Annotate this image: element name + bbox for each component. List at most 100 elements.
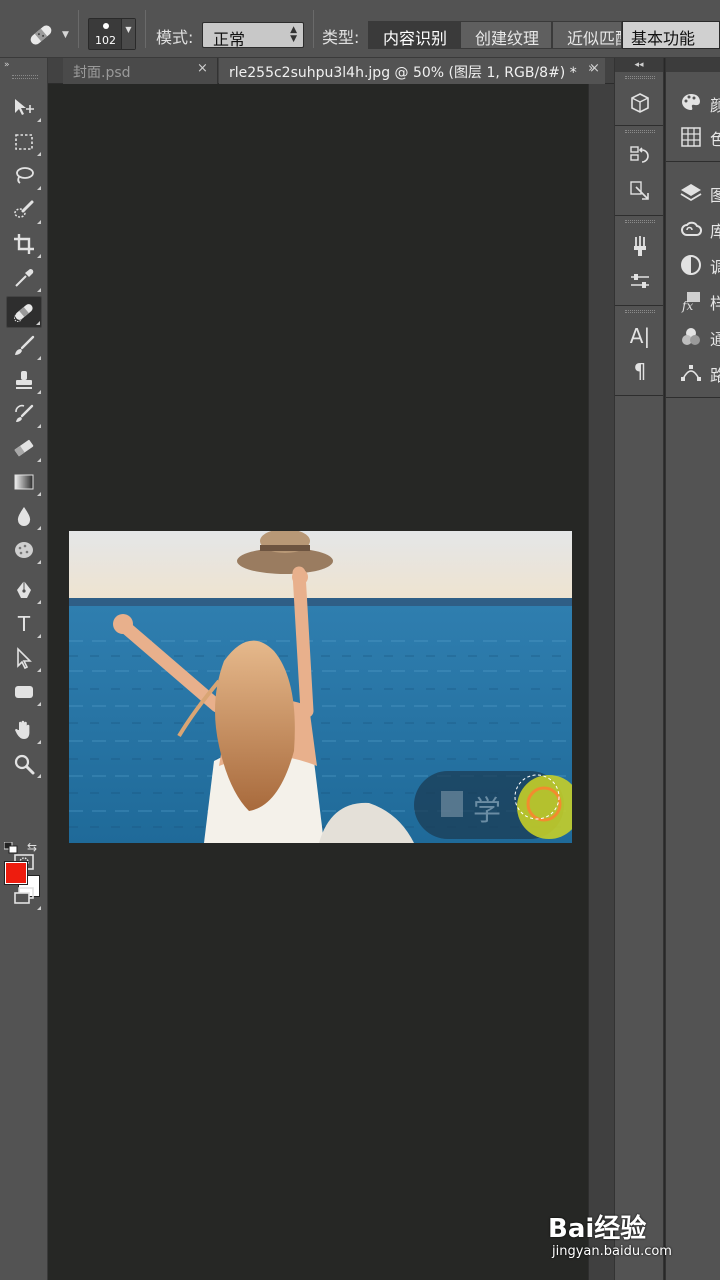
eraser-tool[interactable] bbox=[6, 432, 42, 464]
layers-panel-label: 图 bbox=[710, 186, 720, 205]
spot-healing-tool[interactable] bbox=[6, 296, 42, 328]
collapse-icon[interactable]: » bbox=[4, 60, 9, 70]
dock-group-2 bbox=[615, 126, 663, 216]
photoshop-window: ▼ 102 ▼ 模式: 正常 ▲▼ 类型: 内容识别 创建纹理 近似匹配 基本功… bbox=[0, 0, 720, 1280]
clone-stamp-tool[interactable] bbox=[6, 364, 42, 396]
watermark-logo: Bai经验 bbox=[548, 1214, 647, 1244]
quick-selection-tool[interactable] bbox=[6, 194, 42, 226]
paragraph-panel-button[interactable]: ¶ bbox=[625, 356, 655, 386]
type-option-proximity-match[interactable]: 近似匹配 bbox=[552, 21, 622, 49]
chevron-down-icon[interactable]: ▼ bbox=[121, 19, 135, 49]
color-panel-button[interactable] bbox=[676, 88, 706, 118]
brush-size-picker[interactable]: 102 ▼ bbox=[88, 18, 136, 50]
type-option-create-texture[interactable]: 创建纹理 bbox=[460, 21, 552, 49]
type-option-content-aware[interactable]: 内容识别 bbox=[368, 21, 460, 49]
arrow-icon bbox=[17, 647, 32, 670]
gradient-icon bbox=[14, 474, 34, 490]
mode-select[interactable]: 正常 ▲ ▼ bbox=[202, 22, 304, 49]
droplet-icon bbox=[17, 507, 31, 526]
hand-tool[interactable] bbox=[6, 714, 42, 746]
type-label: 类型: bbox=[322, 28, 360, 47]
vertical-scrollbar[interactable] bbox=[588, 84, 614, 1280]
tab-cover-psd[interactable]: 封面.psd × bbox=[63, 58, 218, 84]
pen-tool[interactable] bbox=[6, 574, 42, 606]
character-icon: A| bbox=[629, 324, 651, 348]
canvas-area[interactable]: 学 bbox=[48, 84, 588, 1280]
move-icon bbox=[15, 99, 34, 115]
adjustments-panel-button[interactable] bbox=[625, 266, 655, 296]
zoom-tool[interactable] bbox=[6, 748, 42, 780]
rounded-rect-icon bbox=[15, 686, 33, 698]
document-tabs: 封面.psd × rle255c2suhpu3l4h.jpg @ 50% (图层… bbox=[48, 58, 614, 84]
collapse-dock-icon[interactable]: ◂◂ bbox=[615, 58, 663, 72]
paths-panel-label: 路 bbox=[710, 366, 720, 385]
workspace-switcher[interactable]: 基本功能 bbox=[622, 21, 720, 49]
baidu-jingyan-watermark: Bai经验 jingyan.baidu.com bbox=[548, 1208, 688, 1264]
divider bbox=[313, 10, 314, 48]
character-panel-button[interactable]: A| bbox=[625, 321, 655, 351]
marquee-tool[interactable] bbox=[6, 126, 42, 158]
panel-grip[interactable] bbox=[12, 75, 38, 79]
lasso-tool[interactable] bbox=[6, 160, 42, 192]
panel-header bbox=[666, 58, 720, 72]
tab-title: 封面.psd bbox=[73, 65, 131, 81]
channels-panel-label: 通 bbox=[710, 330, 720, 349]
tabs-overflow-icon[interactable]: » bbox=[588, 61, 596, 76]
brush-icon bbox=[15, 335, 35, 355]
blur-tool[interactable] bbox=[6, 500, 42, 532]
type-tool[interactable]: T bbox=[6, 608, 42, 640]
styles-panel-label: 样 bbox=[710, 294, 720, 313]
chevron-down-icon[interactable]: ▼ bbox=[62, 30, 69, 40]
move-tool[interactable] bbox=[6, 92, 42, 124]
actions-panel-button[interactable] bbox=[625, 176, 655, 206]
gradient-tool[interactable] bbox=[6, 466, 42, 498]
grid-icon bbox=[681, 127, 701, 147]
fx-icon: fx bbox=[681, 292, 700, 313]
brush-presets-button[interactable] bbox=[625, 231, 655, 261]
history-brush-tool[interactable] bbox=[6, 398, 42, 430]
dock-group-1 bbox=[615, 72, 663, 126]
crop-tool[interactable] bbox=[6, 228, 42, 260]
tool-preset-picker[interactable] bbox=[26, 22, 56, 48]
mode-value: 正常 bbox=[213, 30, 246, 49]
paths-panel-button[interactable] bbox=[676, 358, 706, 388]
cube-icon bbox=[631, 93, 649, 113]
eyedropper-tool[interactable] bbox=[6, 262, 42, 294]
libraries-panel-button[interactable] bbox=[676, 214, 706, 244]
paths-icon bbox=[681, 365, 701, 381]
channels-icon bbox=[682, 328, 700, 345]
bandage-icon bbox=[14, 304, 33, 322]
hand-icon bbox=[15, 720, 30, 739]
close-icon[interactable]: × bbox=[197, 61, 208, 76]
palette-icon bbox=[682, 94, 700, 110]
photo-overlay-text: 学 bbox=[473, 794, 501, 827]
contrast-icon bbox=[681, 255, 701, 275]
tab-active-document[interactable]: rle255c2suhpu3l4h.jpg @ 50% (图层 1, RGB/8… bbox=[219, 58, 605, 84]
3d-panel-button[interactable] bbox=[625, 88, 655, 118]
adjust-panel-button[interactable] bbox=[676, 250, 706, 280]
styles-panel-button[interactable]: fx bbox=[676, 286, 706, 316]
path-selection-tool[interactable] bbox=[6, 642, 42, 674]
quick-select-icon bbox=[14, 200, 34, 218]
brush-presets-icon bbox=[634, 236, 646, 256]
dock-group-layers: 图 库 调 fx 样 通 路 bbox=[666, 162, 720, 398]
dock-group-4: A| ¶ bbox=[615, 306, 663, 396]
dodge-tool[interactable] bbox=[6, 534, 42, 566]
history-icon bbox=[630, 146, 649, 163]
history-brush-icon bbox=[15, 404, 34, 422]
swatches-panel-button[interactable] bbox=[676, 122, 706, 152]
pen-icon bbox=[17, 581, 31, 598]
layers-panel-button[interactable] bbox=[676, 178, 706, 208]
foreground-color-swatch[interactable] bbox=[4, 861, 28, 885]
document-image[interactable]: 学 bbox=[69, 531, 572, 843]
channels-panel-button[interactable] bbox=[676, 322, 706, 352]
photo-woman-at-sea: 学 bbox=[69, 531, 572, 843]
screen-mode-tool[interactable] bbox=[6, 880, 42, 912]
libraries-panel-label: 库 bbox=[710, 222, 720, 241]
brush-tip-icon bbox=[103, 23, 109, 29]
shape-tool[interactable] bbox=[6, 676, 42, 708]
history-panel-button[interactable] bbox=[625, 141, 655, 171]
zoom-icon bbox=[14, 754, 35, 775]
stamp-icon bbox=[16, 371, 32, 389]
brush-tool[interactable] bbox=[6, 330, 42, 362]
